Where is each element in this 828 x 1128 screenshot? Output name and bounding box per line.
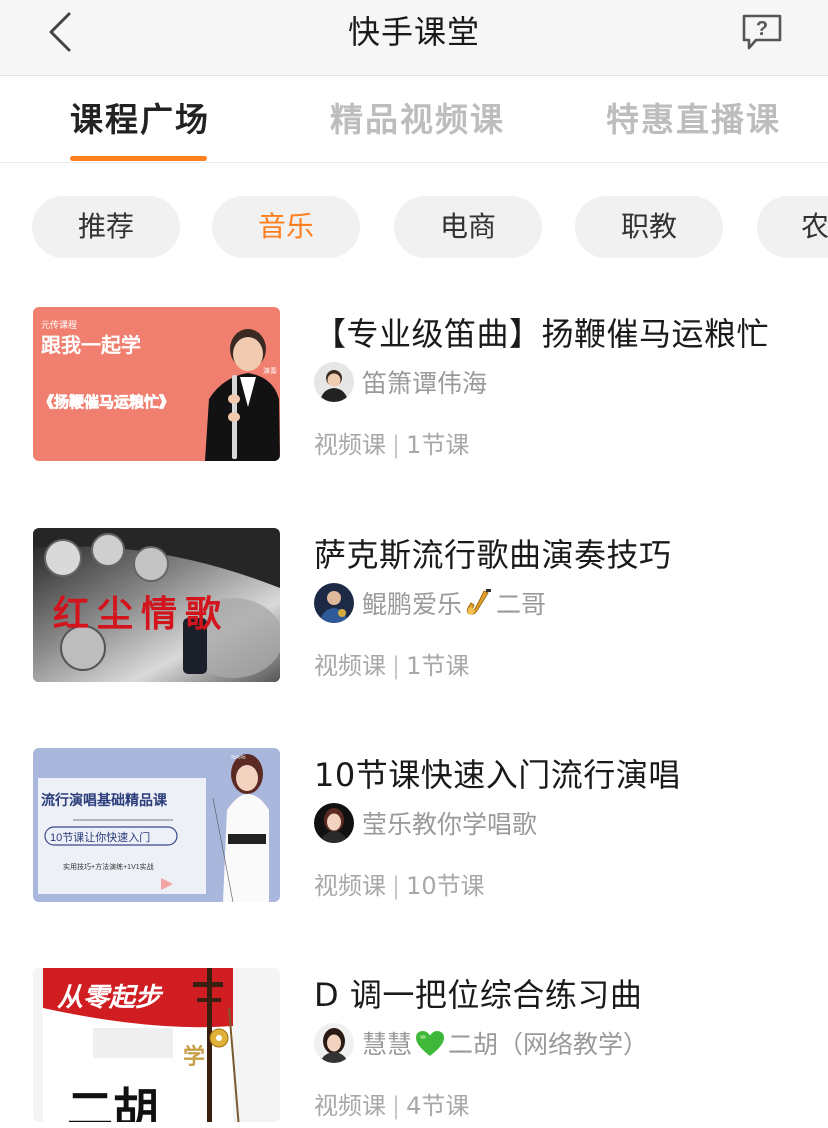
- meta-separator: |: [392, 1092, 401, 1120]
- category-chips: 推荐 音乐 电商 职教 农: [0, 196, 828, 258]
- course-item[interactable]: 从零起步 学 二胡 D 调一把位综合练习曲 慧慧 二胡（网络教学） 视频课 | …: [0, 968, 828, 1128]
- avatar[interactable]: [314, 362, 354, 402]
- thumb-char: 学: [183, 1044, 205, 1070]
- course-title[interactable]: 萨克斯流行歌曲演奏技巧: [314, 530, 672, 576]
- help-button[interactable]: ?: [740, 12, 784, 52]
- green-heart-icon: [416, 1031, 445, 1056]
- svg-text:?: ?: [756, 18, 768, 40]
- author-info[interactable]: 鲲鹏爱乐 二哥: [314, 583, 546, 623]
- course-type: 视频课: [314, 652, 386, 680]
- course-meta: 视频课 | 10节课: [314, 866, 485, 901]
- lesson-count: 4节课: [406, 1092, 470, 1120]
- thumb-wave-mark: ≈≈≈: [231, 752, 246, 762]
- course-item[interactable]: 元传课程 跟我一起学 《扬鞭催马运粮忙》 演奏 【专业级笛曲】扬鞭催马运粮忙 笛…: [0, 307, 828, 467]
- author-name-part: 二哥: [496, 590, 547, 619]
- course-thumbnail[interactable]: 红尘情歌: [33, 528, 280, 682]
- meta-separator: |: [392, 872, 401, 900]
- thumb-overlay-title: 红尘情歌: [53, 593, 229, 635]
- chip-ecommerce[interactable]: 电商: [394, 196, 542, 258]
- meta-separator: |: [392, 652, 401, 680]
- avatar[interactable]: [314, 803, 354, 843]
- thumb-song-title: 《扬鞭催马运粮忙》: [39, 393, 174, 411]
- thumb-subtitle: 10节课让你快速入门: [50, 830, 150, 844]
- help-question-icon: ?: [742, 14, 782, 50]
- course-thumbnail[interactable]: 从零起步 学 二胡: [33, 968, 280, 1122]
- avatar[interactable]: [314, 583, 354, 623]
- course-type: 视频课: [314, 872, 386, 900]
- page-title: 快手课堂: [347, 13, 480, 51]
- thumb-tagline: 实用技巧+方法演练+1V1实战: [63, 862, 154, 871]
- author-name: 笛箫谭伟海: [362, 369, 488, 398]
- author-name: 鲲鹏爱乐 二哥: [362, 585, 546, 621]
- tab-premium-video[interactable]: 精品视频课: [330, 96, 505, 144]
- author-name-part: 慧慧: [362, 1030, 413, 1059]
- course-tabs: 课程广场 精品视频课 特惠直播课: [0, 76, 828, 163]
- thumb-big-title: 二胡: [67, 1083, 159, 1122]
- meta-separator: |: [392, 431, 401, 459]
- active-tab-indicator: [70, 156, 207, 161]
- course-type: 视频课: [314, 431, 386, 459]
- lesson-count: 10节课: [406, 872, 485, 900]
- course-type: 视频课: [314, 1092, 386, 1120]
- course-title[interactable]: 【专业级笛曲】扬鞭催马运粮忙: [314, 309, 769, 355]
- nav-bar: 快手课堂 ?: [0, 0, 828, 76]
- lesson-count: 1节课: [406, 431, 470, 459]
- course-item[interactable]: 红尘情歌 萨克斯流行歌曲演奏技巧 鲲鹏爱乐 二哥 视频课 | 1节课: [0, 528, 828, 688]
- course-meta: 视频课 | 1节课: [314, 646, 469, 681]
- author-name-part: 鲲鹏爱乐: [362, 590, 463, 619]
- tab-course-square[interactable]: 课程广场: [70, 96, 210, 144]
- course-title[interactable]: D 调一把位综合练习曲: [314, 970, 642, 1016]
- thumb-badge: 演奏: [263, 366, 277, 375]
- chip-recommend[interactable]: 推荐: [32, 196, 180, 258]
- chip-music[interactable]: 音乐: [212, 196, 360, 258]
- tab-special-live[interactable]: 特惠直播课: [606, 96, 781, 144]
- lesson-count: 1节课: [406, 652, 470, 680]
- course-meta: 视频课 | 1节课: [314, 425, 469, 460]
- author-info[interactable]: 莹乐教你学唱歌: [314, 803, 537, 843]
- course-thumbnail[interactable]: 流行演唱基础精品课 10节课让你快速入门 实用技巧+方法演练+1V1实战 ≈≈≈: [33, 748, 280, 902]
- thumb-headline: 从零起步: [57, 982, 164, 1012]
- author-name-part: 二胡（网络教学）: [448, 1030, 649, 1059]
- thumb-tag: 元传课程: [41, 319, 77, 330]
- thumb-headline: 跟我一起学: [41, 333, 141, 357]
- author-name: 慧慧 二胡（网络教学）: [362, 1025, 648, 1061]
- course-thumbnail[interactable]: 元传课程 跟我一起学 《扬鞭催马运粮忙》 演奏: [33, 307, 280, 461]
- thumb-headline: 流行演唱基础精品课: [41, 792, 168, 808]
- author-name: 莹乐教你学唱歌: [362, 810, 538, 839]
- chip-agriculture[interactable]: 农: [757, 196, 828, 258]
- course-meta: 视频课 | 4节课: [314, 1086, 469, 1121]
- chip-vocational[interactable]: 职教: [575, 196, 723, 258]
- author-info[interactable]: 笛箫谭伟海: [314, 362, 487, 402]
- saxophone-icon: [466, 589, 492, 615]
- avatar[interactable]: [314, 1023, 354, 1063]
- course-item[interactable]: 流行演唱基础精品课 10节课让你快速入门 实用技巧+方法演练+1V1实战 ≈≈≈…: [0, 748, 828, 908]
- course-title[interactable]: 10节课快速入门流行演唱: [314, 750, 681, 796]
- author-info[interactable]: 慧慧 二胡（网络教学）: [314, 1023, 648, 1063]
